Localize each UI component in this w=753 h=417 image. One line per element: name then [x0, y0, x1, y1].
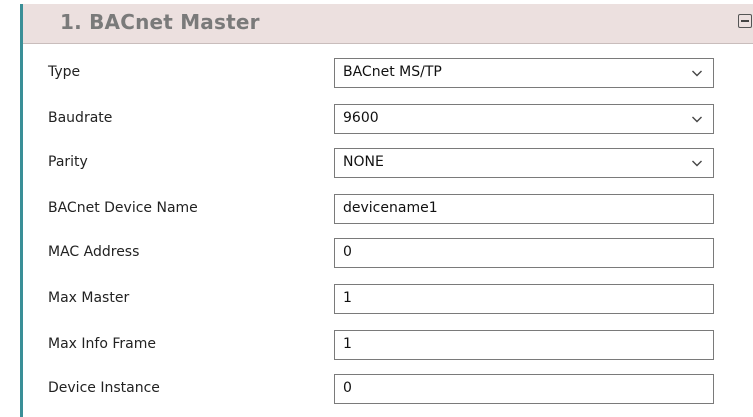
max-master-label: Max Master — [48, 290, 130, 306]
type-label: Type — [48, 64, 81, 80]
chevron-down-icon — [692, 160, 702, 167]
parity-label: Parity — [48, 154, 88, 170]
parity-value: NONE — [343, 154, 384, 170]
form-row-device-instance: Device Instance 0 — [23, 374, 753, 404]
form-row-baudrate: Baudrate 9600 — [23, 104, 753, 134]
panel-header: 1. BACnet Master — [23, 4, 753, 44]
mac-address-value: 0 — [343, 244, 352, 260]
max-info-frame-input[interactable]: 1 — [334, 330, 714, 360]
bacnet-master-panel: 1. BACnet Master Type BACnet MS/TP Baudr… — [20, 4, 753, 417]
max-master-input[interactable]: 1 — [334, 284, 714, 314]
type-select[interactable]: BACnet MS/TP — [334, 58, 714, 88]
device-name-label: BACnet Device Name — [48, 200, 198, 216]
form-row-parity: Parity NONE — [23, 148, 753, 178]
form-row-max-master: Max Master 1 — [23, 284, 753, 314]
max-info-frame-label: Max Info Frame — [48, 336, 156, 352]
device-name-value: devicename1 — [343, 200, 438, 216]
mac-address-label: MAC Address — [48, 244, 140, 260]
minus-square-icon[interactable] — [738, 14, 752, 28]
type-value: BACnet MS/TP — [343, 64, 442, 80]
form-row-device-name: BACnet Device Name devicename1 — [23, 194, 753, 224]
baudrate-select[interactable]: 9600 — [334, 104, 714, 134]
panel-title: 1. BACnet Master — [60, 10, 260, 34]
device-instance-input[interactable]: 0 — [334, 374, 714, 404]
baudrate-value: 9600 — [343, 110, 379, 126]
max-info-frame-value: 1 — [343, 336, 352, 352]
mac-address-input[interactable]: 0 — [334, 238, 714, 268]
form-row-mac-address: MAC Address 0 — [23, 238, 753, 268]
form-row-max-info-frame: Max Info Frame 1 — [23, 330, 753, 360]
device-instance-label: Device Instance — [48, 380, 160, 396]
baudrate-label: Baudrate — [48, 110, 113, 126]
chevron-down-icon — [692, 116, 702, 123]
chevron-down-icon — [692, 70, 702, 77]
max-master-value: 1 — [343, 290, 352, 306]
form-row-type: Type BACnet MS/TP — [23, 58, 753, 88]
device-name-input[interactable]: devicename1 — [334, 194, 714, 224]
device-instance-value: 0 — [343, 380, 352, 396]
parity-select[interactable]: NONE — [334, 148, 714, 178]
